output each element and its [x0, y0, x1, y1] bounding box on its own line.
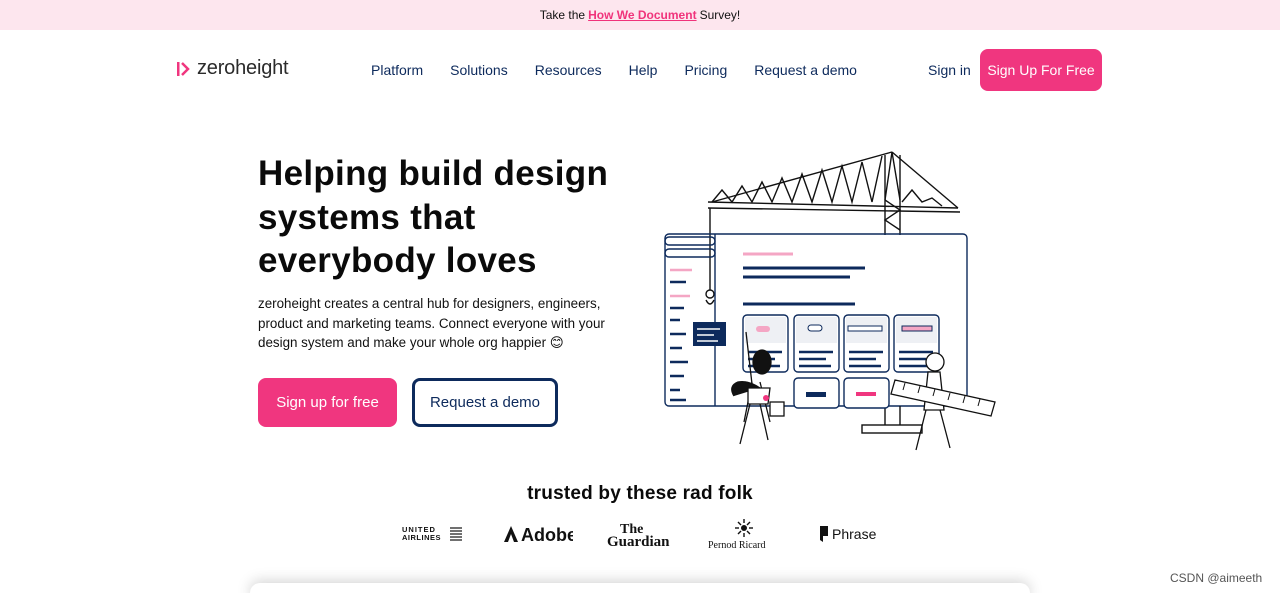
signup-free-button[interactable]: Sign Up For Free — [980, 49, 1102, 91]
adobe-logo-icon: Adobe — [504, 525, 573, 545]
request-demo-button[interactable]: Request a demo — [412, 378, 558, 427]
pernod-ricard-logo-icon: Pernod Ricard — [708, 519, 766, 550]
brand-adobe: Adobe — [503, 518, 573, 550]
guardian-logo-icon: The Guardian — [607, 522, 670, 550]
banner-prefix: Take the — [539, 8, 586, 22]
hero-title: Helping build design systems that everyb… — [258, 154, 609, 280]
logo-text: zeroheight — [197, 57, 289, 79]
nav-resources[interactable]: Resources — [535, 62, 602, 78]
sign-in-link[interactable]: Sign in — [928, 62, 971, 78]
top-navigation: zeroheight Platform Solutions Resources … — [0, 30, 1280, 110]
smile-emoji-icon: 😊 — [549, 335, 564, 350]
content-card-edge — [250, 583, 1030, 593]
survey-banner: Take the How We Document Survey! — [0, 0, 1280, 30]
nav-solutions[interactable]: Solutions — [450, 62, 508, 78]
banner-suffix: Survey! — [699, 8, 741, 22]
crane-illustration — [664, 151, 996, 451]
svg-text:Guardian: Guardian — [607, 534, 670, 550]
svg-text:Adobe: Adobe — [521, 525, 573, 545]
logo[interactable]: zeroheight — [177, 57, 289, 80]
nav-links: Platform Solutions Resources Help Pricin… — [371, 62, 884, 78]
hero-description: zeroheight creates a central hub for des… — [258, 294, 608, 353]
signup-cta-button[interactable]: Sign up for free — [258, 378, 397, 427]
trusted-heading: trusted by these rad folk — [527, 483, 753, 504]
nav-platform[interactable]: Platform — [371, 62, 423, 78]
svg-text:Phrase: Phrase — [832, 526, 877, 542]
nav-help[interactable]: Help — [629, 62, 658, 78]
nav-pricing[interactable]: Pricing — [684, 62, 727, 78]
phrase-logo-icon: Phrase — [820, 526, 877, 542]
brand-logos: UNITED AIRLINES Adobe The Guardian Perno… — [398, 518, 888, 550]
svg-text:Pernod Ricard: Pernod Ricard — [708, 540, 766, 550]
zeroheight-logo-icon — [177, 61, 190, 76]
svg-text:AIRLINES: AIRLINES — [402, 533, 441, 542]
brand-phrase: Phrase — [818, 518, 880, 550]
nav-request-demo[interactable]: Request a demo — [754, 62, 857, 78]
united-airlines-logo-icon: UNITED AIRLINES — [402, 525, 462, 542]
brand-pernod-ricard: Pernod Ricard — [706, 518, 786, 550]
brand-the-guardian: The Guardian — [606, 518, 676, 550]
watermark-text: CSDN @aimeeth — [1170, 571, 1263, 585]
brand-united-airlines: UNITED AIRLINES — [400, 518, 466, 550]
survey-link[interactable]: How We Document — [588, 8, 696, 22]
